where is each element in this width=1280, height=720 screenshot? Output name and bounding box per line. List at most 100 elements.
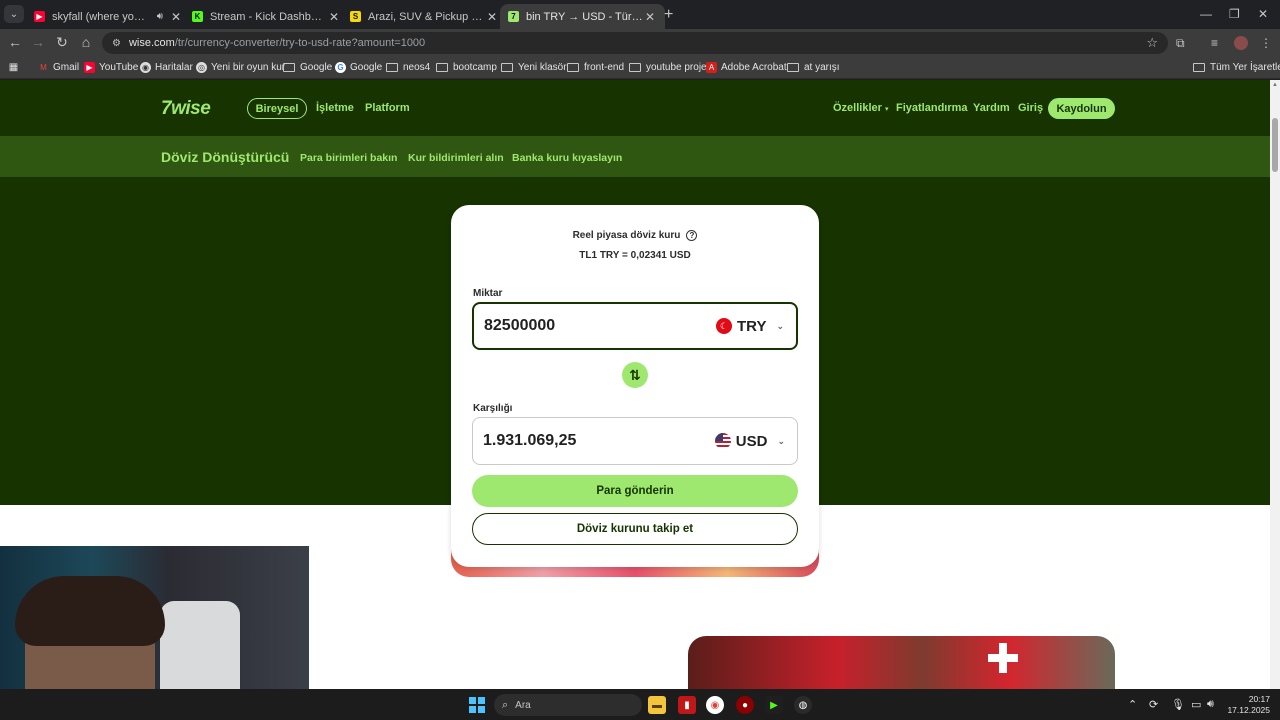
- reload-icon[interactable]: ↻: [53, 34, 71, 51]
- bookmark-folder-new[interactable]: Yeni klasör: [501, 62, 567, 73]
- volume-icon[interactable]: 🔊︎: [1207, 698, 1214, 711]
- windows-taskbar: ⌕ Ara ▬ ▮ ◉ ● ▶ ◍ ⌃ ⟳ 🎙︎ ▭ 🔊︎ 20:17 17.1…: [0, 689, 1280, 720]
- sync-icon[interactable]: ⟳: [1149, 698, 1158, 711]
- profile-avatar[interactable]: [1234, 36, 1248, 50]
- restore-icon[interactable]: ❐: [1229, 7, 1240, 21]
- bookmark-folder-frontend[interactable]: front-end: [567, 62, 624, 73]
- kick-app-icon[interactable]: ▶: [765, 696, 783, 714]
- back-icon[interactable]: ←: [6, 34, 24, 50]
- site-info-icon[interactable]: ⚙: [112, 38, 121, 49]
- tab-kick[interactable]: K Stream - Kick Dashboard ✕: [184, 4, 349, 29]
- nav-business[interactable]: İşletme: [316, 102, 354, 114]
- amount-input[interactable]: 82500000: [484, 317, 716, 335]
- chevron-down-icon: ⌄: [776, 320, 784, 331]
- tab-title: bin TRY → USD - Türk lirasından: [526, 10, 643, 23]
- bookmark-maps[interactable]: ◉ Haritalar: [140, 62, 193, 73]
- extensions-icon[interactable]: ⧉: [1176, 36, 1185, 51]
- app-red-icon[interactable]: ▮: [678, 696, 696, 714]
- wise-logo[interactable]: 7wise: [161, 98, 211, 120]
- bookmark-folder-bootcamp[interactable]: bootcamp: [436, 62, 497, 73]
- signup-button[interactable]: Kaydolun: [1048, 98, 1115, 119]
- bookmark-folder-at-yarisi[interactable]: at yarışı: [787, 62, 840, 73]
- bookmark-gmail[interactable]: M Gmail: [38, 62, 79, 73]
- adobe-acrobat-icon: A: [706, 62, 717, 73]
- send-money-button[interactable]: Para gönderin: [472, 475, 798, 507]
- network-icon[interactable]: ▭: [1191, 698, 1201, 711]
- app-dark-red-icon[interactable]: ●: [736, 696, 754, 714]
- folder-icon: [386, 63, 398, 72]
- rate-label-text: Reel piyasa döviz kuru: [572, 230, 681, 242]
- close-tab-icon[interactable]: ✕: [485, 10, 499, 24]
- bookmark-youtube[interactable]: ▶ YouTube: [84, 62, 138, 73]
- nav-personal[interactable]: Bireysel: [247, 98, 307, 119]
- close-tab-icon[interactable]: ✕: [169, 10, 183, 24]
- caret-down-icon: ▾: [884, 106, 889, 113]
- address-bar[interactable]: ⚙ wise.com/tr/currency-converter/try-to-…: [102, 32, 1168, 54]
- close-window-icon[interactable]: ✕: [1258, 7, 1268, 21]
- folder-icon: [283, 63, 295, 72]
- swap-currencies-button[interactable]: ⇅: [622, 362, 648, 388]
- minimize-icon[interactable]: —: [1200, 7, 1212, 21]
- source-currency-code: TRY: [737, 317, 767, 335]
- tray-overflow-icon[interactable]: ⌃: [1128, 698, 1137, 711]
- folder-icon: [787, 63, 799, 72]
- bookmark-google[interactable]: G Google: [335, 62, 382, 73]
- apps-icon[interactable]: ▦: [8, 62, 23, 73]
- obs-icon[interactable]: ◍: [794, 696, 812, 714]
- subnav-rate-alerts-link[interactable]: Kur bildirimleri alın: [408, 152, 504, 164]
- source-currency-select[interactable]: ☾ TRY ⌄: [716, 318, 784, 335]
- nav-pricing[interactable]: Fiyatlandırma: [896, 102, 968, 114]
- new-tab-icon[interactable]: +: [664, 6, 673, 24]
- windows-start-icon[interactable]: [469, 697, 485, 713]
- bookmark-star-icon[interactable]: ☆: [1146, 35, 1158, 51]
- bookmark-new-game[interactable]: ◎ Yeni bir oyun kur: [196, 62, 285, 73]
- bookmark-label: Yeni klasör: [518, 62, 567, 73]
- nav-login[interactable]: Giriş: [1018, 102, 1043, 114]
- swap-arrows-icon: ⇅: [629, 366, 641, 383]
- search-icon: ⌕: [502, 698, 509, 711]
- file-explorer-icon[interactable]: ▬: [648, 696, 666, 714]
- result-field[interactable]: 1.931.069,25 USD ⌄: [472, 417, 798, 465]
- system-clock[interactable]: 20:17 17.12.2025: [1226, 694, 1270, 716]
- all-bookmarks[interactable]: Tüm Yer İşaretleri: [1193, 62, 1280, 73]
- nav-platform[interactable]: Platform: [365, 102, 410, 114]
- page-title[interactable]: Döviz Dönüştürücü: [161, 149, 289, 165]
- youtube-favicon-icon: ▶: [34, 11, 45, 22]
- bookmark-folder-youtube-proje[interactable]: youtube proje: [629, 62, 707, 73]
- home-icon[interactable]: ⌂: [77, 34, 95, 50]
- menu-icon[interactable]: ⋮: [1260, 36, 1272, 50]
- url-path: /tr/currency-converter/try-to-usd-rate?a…: [174, 37, 426, 49]
- scroll-up-icon[interactable]: ▲: [1272, 82, 1278, 88]
- nav-features[interactable]: Özellikler ▾: [833, 102, 889, 114]
- subnav-currencies-link[interactable]: Para birimleri bakın: [300, 152, 397, 164]
- tab-wise[interactable]: 7 bin TRY → USD - Türk lirasından ✕: [500, 4, 665, 29]
- bookmark-label: Haritalar: [155, 62, 193, 73]
- close-tab-icon[interactable]: ✕: [643, 10, 657, 24]
- tab-arazi[interactable]: S Arazi, SUV & Pickup Fiyatları & ✕: [342, 4, 507, 29]
- track-rate-button[interactable]: Döviz kurunu takip et: [472, 513, 798, 545]
- kick-favicon-icon: K: [192, 11, 203, 22]
- bookmark-label: Yeni bir oyun kur: [211, 62, 286, 73]
- nav-help[interactable]: Yardım: [973, 102, 1010, 114]
- target-currency-select[interactable]: USD ⌄: [714, 433, 785, 450]
- microphone-icon[interactable]: 🎙︎: [1171, 698, 1185, 711]
- result-input[interactable]: 1.931.069,25: [483, 432, 715, 450]
- speaker-icon[interactable]: 🔊︎: [157, 11, 163, 22]
- tab-search-button[interactable]: ⌄: [4, 5, 24, 23]
- media-controls-icon[interactable]: ≡: [1211, 36, 1218, 50]
- tab-youtube[interactable]: ▶ skyfall (where you go i go x 🔊︎ ✕: [26, 4, 191, 29]
- taskbar-search[interactable]: ⌕ Ara: [494, 694, 642, 716]
- page-scrollbar[interactable]: ▲: [1270, 80, 1280, 689]
- close-tab-icon[interactable]: ✕: [327, 10, 341, 24]
- forward-icon[interactable]: →: [29, 34, 47, 50]
- chrome-icon[interactable]: ◉: [706, 696, 724, 714]
- bookmarks-bar: ▦ M Gmail ▶ YouTube ◉ Haritalar ◎ Yeni bir o…: [0, 57, 1280, 79]
- bookmark-folder-google[interactable]: Google: [283, 62, 332, 73]
- bookmark-folder-neos4[interactable]: neos4: [386, 62, 430, 73]
- folder-icon: [1193, 63, 1205, 72]
- subnav-compare-link[interactable]: Banka kuru kıyaslayın: [512, 152, 622, 164]
- help-icon[interactable]: ?: [686, 230, 698, 241]
- amount-field[interactable]: 82500000 ☾ TRY ⌄: [472, 302, 798, 350]
- bookmark-adobe[interactable]: A Adobe Acrobat: [706, 62, 787, 73]
- scrollbar-thumb[interactable]: [1272, 118, 1278, 172]
